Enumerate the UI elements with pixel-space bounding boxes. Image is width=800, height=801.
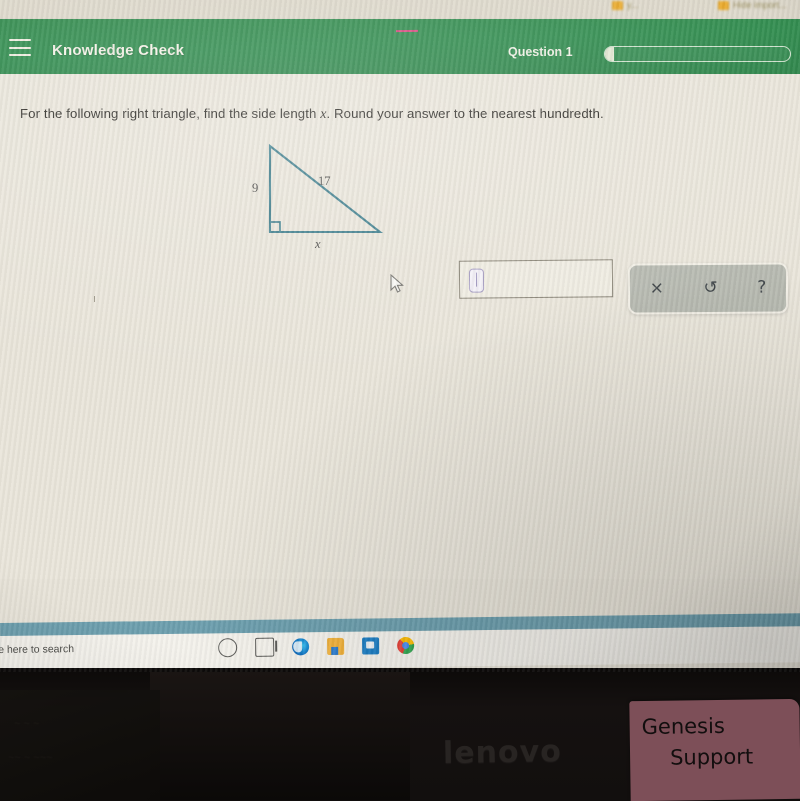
laptop-brand-logo: lenovo	[442, 733, 563, 772]
desk-surface	[150, 672, 410, 800]
edge-browser-icon[interactable]	[292, 638, 310, 656]
question-progress-bar	[604, 46, 791, 62]
sticky-note-line-2: Support	[669, 744, 754, 770]
taskbar-search-input[interactable]: e here to search	[0, 643, 74, 656]
photo-of-laptop-screen: y... Hide import... Knowledge Check Ques…	[0, 0, 800, 801]
math-input-cursor-icon	[468, 268, 485, 293]
bookmark-label: Hide import...	[733, 0, 787, 10]
folder-icon	[718, 0, 729, 10]
mouse-pointer-icon	[390, 274, 404, 293]
right-angle-marker	[270, 221, 281, 232]
label-hypotenuse: 17	[318, 174, 331, 188]
hamburger-menu-icon[interactable]	[9, 39, 31, 56]
prompt-text-start: For the following right triangle, find t…	[20, 106, 317, 121]
help-button[interactable]: ?	[757, 278, 766, 298]
laptop-screen: y... Hide import... Knowledge Check Ques…	[0, 0, 800, 672]
bookmark-label: y...	[627, 0, 639, 10]
app-header-bar: Knowledge Check Question 1	[0, 19, 800, 74]
sticky-note: Genesis Support	[629, 698, 800, 801]
sticky-note-line-1: Genesis	[641, 713, 725, 740]
folder-icon	[612, 0, 623, 10]
taskbar-icon-group	[218, 636, 415, 658]
cortana-icon[interactable]	[218, 638, 238, 658]
page-title: Knowledge Check	[52, 42, 185, 59]
chrome-active-indicator	[395, 29, 419, 33]
answer-tools-panel: × ↺ ?	[627, 262, 789, 315]
bookmark-item[interactable]: Hide import...	[718, 0, 787, 10]
right-triangle-figure: 9 17 x	[235, 134, 415, 269]
clear-button[interactable]: ×	[650, 278, 664, 298]
question-content-area: For the following right triangle, find t…	[0, 74, 800, 672]
prompt-text-end: . Round your answer to the nearest hundr…	[326, 106, 604, 121]
question-counter-label: Question 1	[508, 45, 573, 59]
label-vertical-leg: 9	[252, 181, 259, 195]
undo-button[interactable]: ↺	[703, 278, 717, 298]
triangle-outline	[268, 143, 384, 234]
dark-paper-note: ~ ~ ~ ~~ ~ ~~~	[0, 690, 160, 800]
question-prompt: For the following right triangle, find t…	[20, 106, 760, 123]
microsoft-store-icon[interactable]	[362, 637, 380, 655]
task-view-icon[interactable]	[255, 637, 275, 657]
label-horizontal-leg: x	[315, 237, 321, 251]
answer-input[interactable]	[458, 259, 614, 299]
file-explorer-icon[interactable]	[327, 637, 345, 656]
browser-bookmarks-bar: y... Hide import...	[0, 0, 800, 20]
triangle-svg	[268, 143, 384, 234]
bookmark-item[interactable]: y...	[612, 0, 638, 10]
chrome-browser-icon[interactable]	[397, 636, 415, 655]
input-caret-tick	[94, 296, 95, 302]
progress-bar-fill	[605, 47, 614, 61]
